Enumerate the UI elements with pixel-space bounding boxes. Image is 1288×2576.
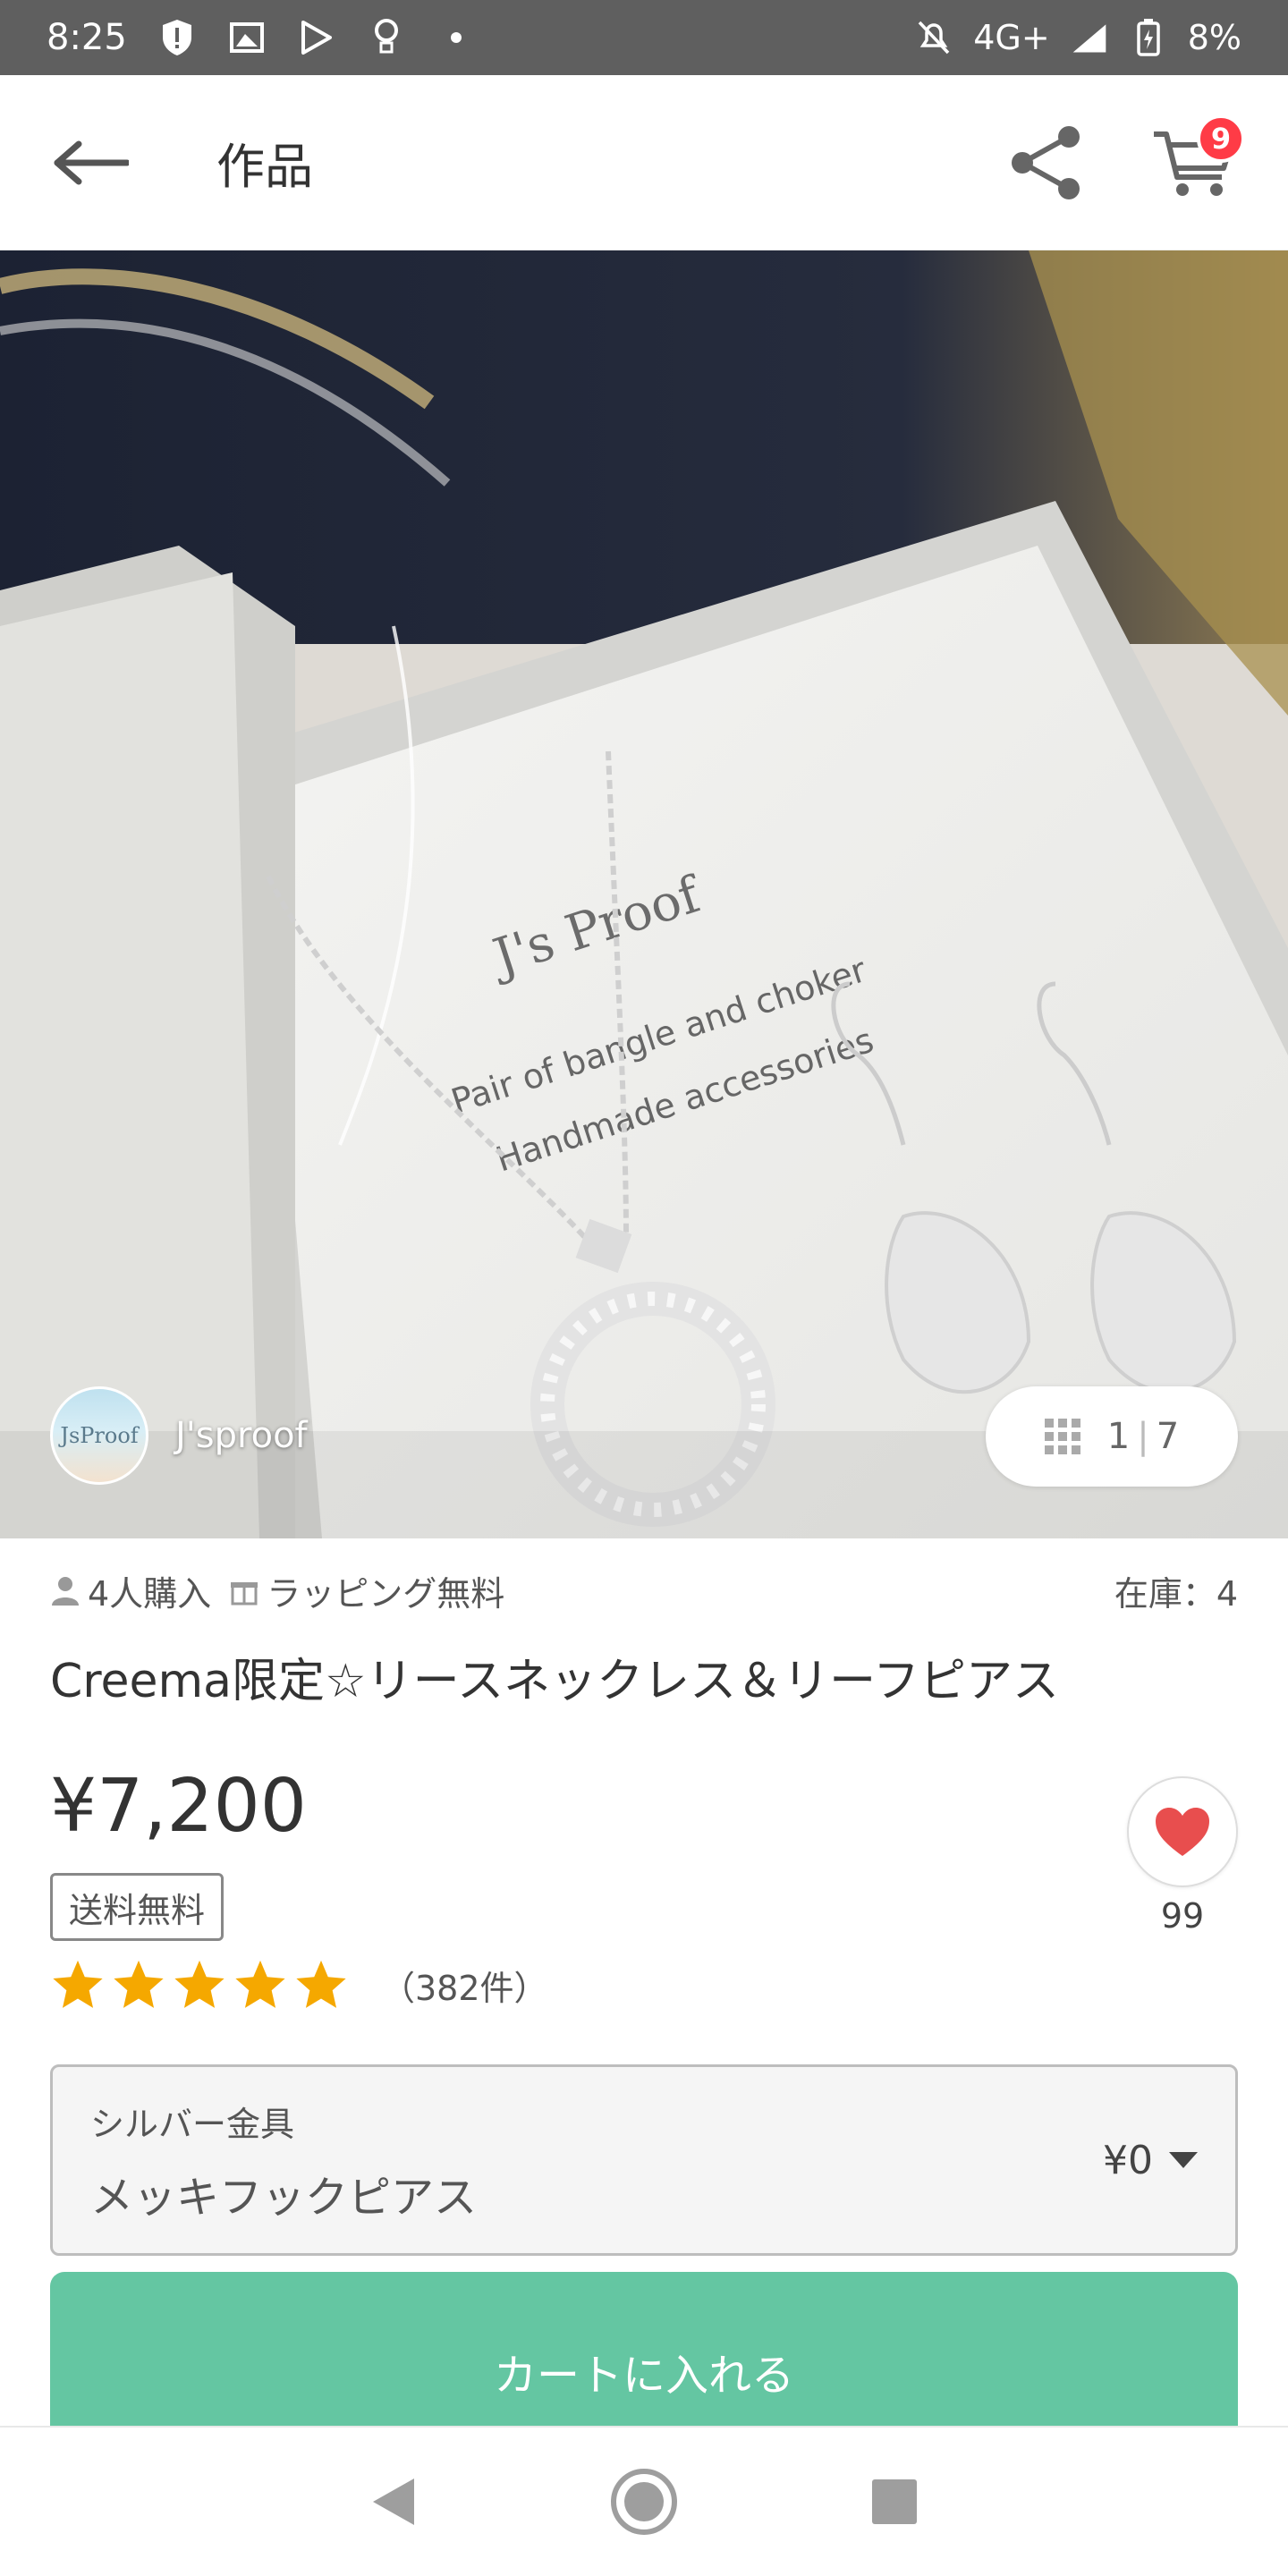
star-icon — [174, 1960, 225, 2008]
nav-back-button[interactable] — [353, 2462, 434, 2542]
shop-link[interactable]: JsProof J'sproof — [50, 1386, 308, 1485]
add-to-cart-button[interactable]: カートに入れる — [50, 2272, 1238, 2433]
lightbulb-icon — [367, 18, 406, 57]
app-header: 作品 9 — [0, 75, 1288, 250]
dot-icon — [436, 18, 476, 57]
grid-icon — [1044, 1419, 1080, 1454]
star-icon — [114, 1960, 164, 2008]
favorite-group: 99 — [1127, 1776, 1238, 1936]
photo-icon — [227, 18, 267, 57]
variant-price: ¥0 — [1103, 2137, 1153, 2183]
shield-alert-icon — [157, 18, 197, 57]
counter-separator: | — [1137, 1416, 1149, 1457]
purchase-count: 4人購入 — [50, 1566, 211, 1615]
review-count: （382件） — [381, 1968, 548, 2008]
star-icon — [235, 1960, 285, 2008]
product-meta-row: 4人購入 ラッピング無料 在庫：4 — [50, 1565, 1238, 1615]
dropdown-caret-icon — [1169, 2152, 1198, 2168]
free-shipping-badge: 送料無料 — [50, 1873, 225, 1941]
back-button[interactable] — [50, 123, 131, 203]
play-store-icon — [297, 18, 336, 57]
star-icon — [296, 1960, 346, 2008]
variant-select[interactable]: シルバー金具 メッキフックピアス ¥0 — [50, 2064, 1238, 2256]
variant-group-label: シルバー金具 — [90, 2104, 295, 2144]
image-counter-button[interactable]: 1 | 7 — [986, 1386, 1238, 1487]
battery-level: 8% — [1187, 18, 1241, 57]
purchase-count-text: 4人購入 — [88, 1573, 212, 1614]
rating-row[interactable]: （382件） — [50, 1955, 548, 2014]
image-current: 1 — [1106, 1416, 1131, 1457]
nav-recents-icon — [872, 2479, 917, 2524]
nav-back-icon — [373, 2479, 414, 2525]
nav-home-icon — [611, 2469, 677, 2535]
star-icon — [53, 1960, 103, 2008]
favorite-button[interactable] — [1127, 1776, 1238, 1887]
cart-count-badge: 9 — [1197, 114, 1245, 163]
gift-icon — [231, 1582, 258, 1606]
shop-avatar: JsProof — [50, 1386, 148, 1485]
heart-icon — [1156, 1808, 1209, 1856]
share-icon — [1012, 125, 1080, 199]
status-time: 8:25 — [47, 17, 127, 58]
favorite-count: 99 — [1160, 1896, 1205, 1936]
stock-count: 在庫：4 — [1114, 1573, 1238, 1614]
mute-icon — [914, 18, 953, 57]
product-price: ¥7,200 — [50, 1764, 307, 1849]
person-icon — [52, 1577, 79, 1606]
back-arrow-icon — [54, 140, 129, 184]
network-type: 4G+ — [973, 18, 1050, 57]
status-bar: 8:25 4G+ 8% — [0, 0, 1288, 75]
signal-icon — [1070, 18, 1109, 57]
shop-name: J'sproof — [175, 1415, 308, 1456]
nav-home-button[interactable] — [604, 2462, 684, 2542]
system-nav-bar — [0, 2426, 1288, 2576]
cart-button[interactable]: 9 — [1148, 114, 1245, 206]
share-button[interactable] — [1004, 120, 1089, 206]
wrapping-free-text: ラッピング無料 — [267, 1573, 505, 1614]
image-index-text: 1 | 7 — [1107, 1416, 1179, 1457]
product-image-carousel[interactable]: J's Proof Pair of bangle and choker Hand… — [0, 250, 1288, 1538]
page-title: 作品 — [216, 139, 313, 195]
product-title: Creema限定☆リースネックレス＆リーフピアス — [50, 1655, 1059, 1708]
nav-recents-button[interactable] — [854, 2462, 935, 2542]
product-photo: J's Proof Pair of bangle and choker Hand… — [0, 250, 1288, 1538]
wrapping-free: ラッピング無料 — [229, 1566, 504, 1615]
variant-selected-value: メッキフックピアス — [90, 2172, 478, 2223]
battery-icon — [1129, 18, 1168, 57]
image-total: 7 — [1156, 1416, 1180, 1457]
